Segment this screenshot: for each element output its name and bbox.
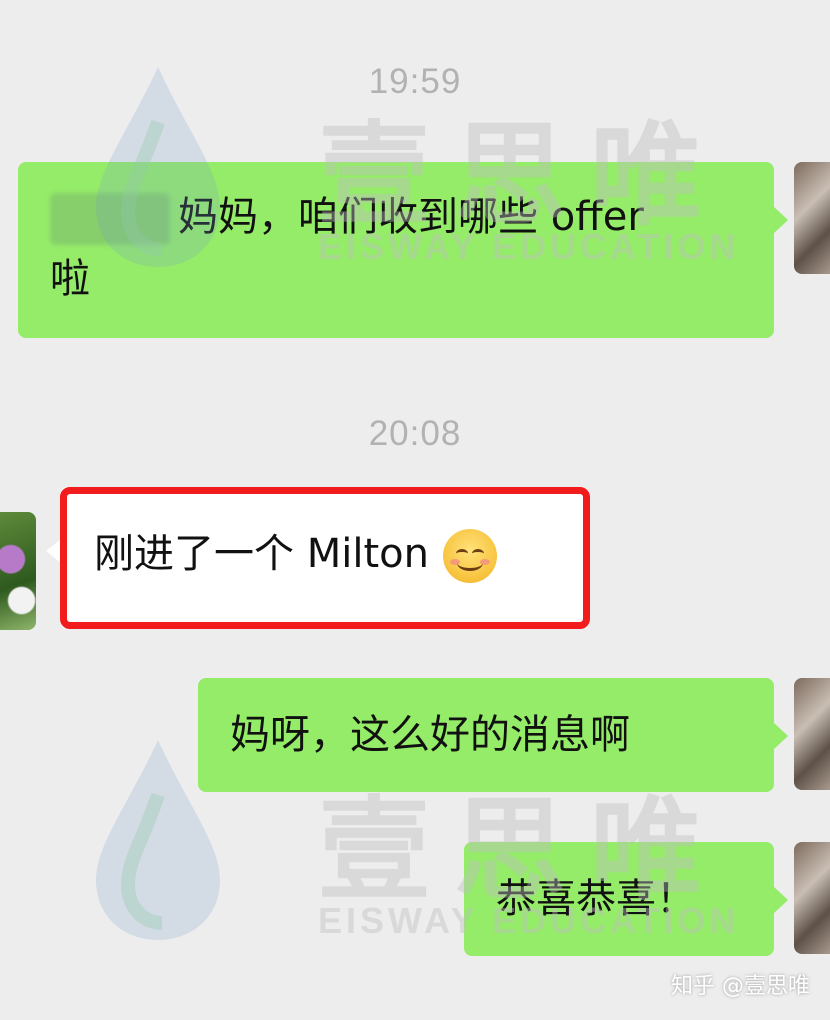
message-text-continued: 啦 — [50, 256, 90, 302]
message-text: 恭喜恭喜！ — [496, 876, 696, 922]
sender-avatar[interactable] — [794, 162, 830, 274]
sender-avatar[interactable] — [794, 842, 830, 954]
timestamp: 19:59 — [368, 62, 462, 101]
highlight-frame — [60, 487, 590, 629]
redacted-name — [50, 193, 170, 245]
sent-message-bubble[interactable]: 恭喜恭喜！ — [464, 842, 788, 956]
message-text: 妈呀，这么好的消息啊 — [230, 712, 630, 758]
contact-avatar[interactable] — [0, 512, 36, 630]
sent-message-bubble[interactable]: 妈妈，咱们收到哪些 offer 啦 — [18, 162, 788, 338]
message-text: 妈妈，咱们收到哪些 offer — [178, 194, 644, 240]
source-credit: 知乎 @壹思唯 — [671, 974, 810, 999]
sent-message-bubble[interactable]: 妈呀，这么好的消息啊 — [198, 678, 788, 792]
sender-avatar[interactable] — [794, 678, 830, 790]
timestamp: 20:08 — [368, 414, 462, 453]
